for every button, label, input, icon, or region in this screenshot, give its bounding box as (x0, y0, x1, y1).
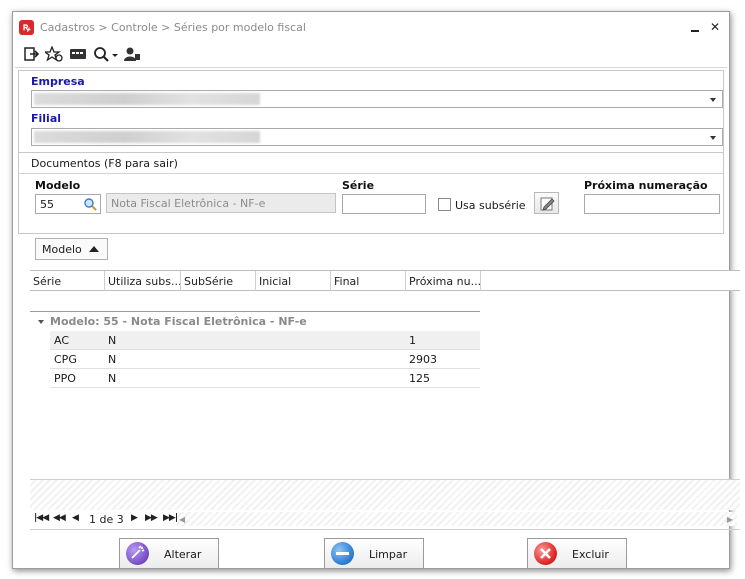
documents-panel: Documentos (F8 para sair) Modelo 55 Nota… (18, 152, 724, 234)
edit-wand-icon (126, 542, 149, 565)
exit-icon[interactable] (23, 46, 39, 64)
series-grid: Série Utiliza subs... SubSérie Inicial F… (30, 270, 740, 510)
serie-label: Série (342, 179, 375, 192)
pager: |◀◀ ◀◀ ◀ 1 de 3 ▶ ▶▶ ▶▶| ◀ ▶ (30, 510, 740, 528)
cell-proxima: 125 (409, 372, 430, 385)
user-icon[interactable] (123, 46, 141, 64)
scroll-left-icon[interactable]: ◀ (179, 515, 185, 524)
serie-input[interactable] (342, 194, 426, 214)
limpar-button[interactable]: Limpar (324, 538, 424, 569)
documents-divider (19, 173, 723, 174)
alterar-button[interactable]: Alterar (119, 538, 219, 569)
cell-serie: PPO (54, 372, 76, 385)
action-footer: Alterar Limpar Excluir (30, 529, 740, 579)
group-separator (30, 311, 480, 312)
group-row-modelo-55[interactable]: Modelo: 55 - Nota Fiscal Eletrônica - NF… (38, 315, 307, 328)
edit-subserie-button[interactable] (534, 192, 559, 214)
collapse-group-icon[interactable] (38, 320, 44, 324)
grid-footer-area (30, 480, 740, 510)
search-dropdown-icon[interactable] (93, 46, 119, 64)
horizontal-scrollbar[interactable]: ◀ ▶ (177, 512, 737, 526)
branch-label: Filial (31, 112, 62, 125)
limpar-label: Limpar (369, 548, 408, 561)
cell-proxima: 2903 (409, 353, 437, 366)
previous-page-group-icon[interactable]: ◀◀ (53, 513, 66, 523)
modelo-label: Modelo (35, 179, 81, 192)
cell-utiliza: N (108, 353, 117, 366)
branch-value-redacted (34, 131, 260, 143)
title-bar[interactable]: ꝶ Cadastros > Controle > Séries por mode… (13, 12, 729, 42)
next-page-group-icon[interactable]: ▶▶ (145, 513, 158, 523)
company-label: Empresa (31, 75, 85, 88)
branch-select[interactable] (31, 128, 723, 146)
scroll-right-icon[interactable]: ▶ (727, 515, 733, 524)
excluir-label: Excluir (572, 548, 609, 561)
column-header-subserie[interactable]: SubSérie (181, 271, 256, 291)
next-page-icon[interactable]: ▶ (131, 513, 138, 523)
cell-serie: AC (54, 334, 70, 347)
window-title: Cadastros > Controle > Séries por modelo… (40, 21, 306, 34)
cell-proxima: 1 (409, 334, 416, 347)
toolbar (15, 42, 727, 68)
card-reader-icon[interactable] (69, 46, 87, 64)
grid-header: Série Utiliza subs... SubSérie Inicial F… (30, 271, 740, 291)
favorite-settings-icon[interactable] (45, 46, 63, 64)
pencil-edit-icon (540, 197, 555, 211)
alterar-label: Alterar (164, 548, 202, 561)
column-header-proxima[interactable]: Próxima nu... (406, 271, 481, 291)
use-subserie-label: Usa subsérie (455, 199, 526, 212)
minimize-button[interactable] (687, 19, 703, 35)
column-header-utiliza-subserie[interactable]: Utiliza subs... (105, 271, 181, 291)
table-row[interactable]: AC N 1 (50, 331, 480, 350)
modelo-value: 55 (40, 198, 54, 211)
sort-ascending-icon (89, 246, 99, 252)
next-number-input[interactable] (584, 194, 720, 214)
cell-utiliza: N (108, 334, 117, 347)
cell-serie: CPG (54, 353, 77, 366)
cell-utiliza: N (108, 372, 117, 385)
excluir-button[interactable]: Excluir (527, 538, 627, 569)
previous-page-icon[interactable]: ◀ (72, 513, 79, 523)
page-indicator: 1 de 3 (89, 513, 124, 526)
close-window-button[interactable]: ✕ (707, 19, 723, 35)
first-page-icon[interactable]: |◀◀ (34, 513, 49, 523)
documents-title: Documentos (F8 para sair) (31, 157, 178, 170)
search-icon[interactable] (83, 197, 97, 214)
delete-x-icon (534, 542, 557, 565)
group-by-label: Modelo (42, 243, 82, 256)
clear-minus-icon (331, 542, 354, 565)
group-by-modelo-button[interactable]: Modelo (35, 238, 108, 260)
company-branch-panel: Empresa Filial (18, 70, 724, 158)
last-page-icon[interactable]: ▶▶| (163, 513, 178, 523)
use-subserie-checkbox[interactable] (438, 198, 451, 211)
chevron-down-icon[interactable] (710, 136, 716, 140)
column-header-serie[interactable]: Série (30, 271, 105, 291)
column-header-final[interactable]: Final (331, 271, 406, 291)
modelo-description: Nota Fiscal Eletrônica - NF-e (106, 193, 336, 213)
next-number-label: Próxima numeração (584, 179, 708, 192)
company-select[interactable] (31, 90, 723, 108)
table-row[interactable]: PPO N 125 (50, 369, 480, 388)
app-icon: ꝶ (19, 20, 34, 35)
modelo-input[interactable]: 55 (35, 194, 101, 214)
main-window: ꝶ Cadastros > Controle > Séries por mode… (12, 11, 740, 569)
column-header-inicial[interactable]: Inicial (256, 271, 331, 291)
table-row[interactable]: CPG N 2903 (50, 350, 480, 369)
group-row-label: Modelo: 55 - Nota Fiscal Eletrônica - NF… (50, 315, 307, 328)
chevron-down-icon[interactable] (710, 98, 716, 102)
company-value-redacted (34, 93, 260, 105)
